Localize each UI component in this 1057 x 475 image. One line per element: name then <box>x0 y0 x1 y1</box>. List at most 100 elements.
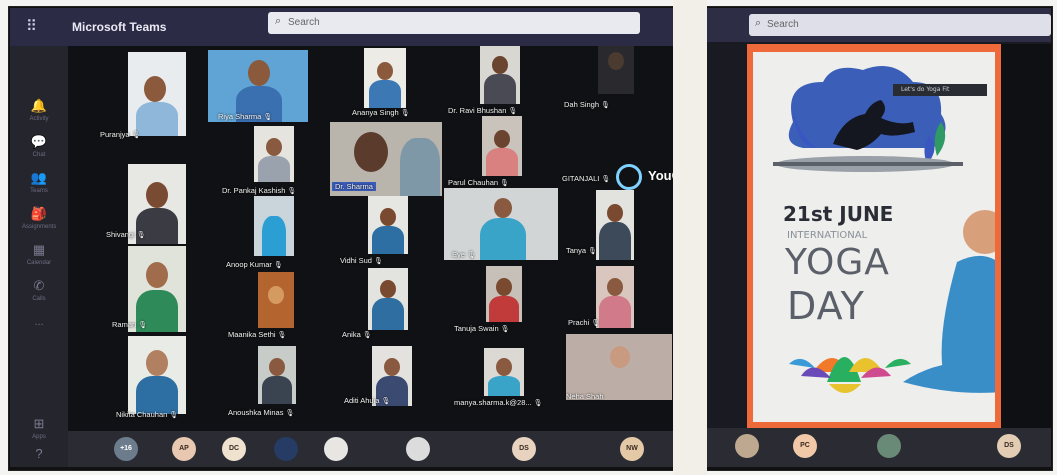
video-tile[interactable] <box>128 52 186 136</box>
rail-label-chat: Chat <box>32 152 46 158</box>
assignments-icon[interactable]: 🎒 Assignments <box>22 206 56 236</box>
search-bar[interactable]: ⌕ Search <box>268 12 640 34</box>
title-bar: ⠿ Microsoft Teams ⌕ Search <box>10 8 673 46</box>
poster-international: INTERNATIONAL <box>787 230 868 241</box>
participant-name: Prachi 🎙 <box>568 318 601 327</box>
avatar[interactable]: NW <box>620 437 644 461</box>
participant-name: Tanuja Swain 🎙 <box>454 324 510 333</box>
participant-name: Tanya 🎙 <box>566 246 597 255</box>
app-title: Microsoft Teams <box>72 20 167 34</box>
mic-icon: 🎙 <box>362 332 372 339</box>
participant-name: Aditi Ahuja 🎙 <box>344 396 391 405</box>
teams-window: ⠿ Microsoft Teams ⌕ Search 🔔 Activity 💬 Ch… <box>10 8 673 467</box>
mic-icon: 🎙 <box>131 132 141 139</box>
participant-name: manya.sharma.k@28... 🎙 <box>454 398 543 407</box>
shared-content: Let's do Yoga Fit 21st JUNE INTERNATIONA… <box>747 44 1001 428</box>
avatar[interactable]: DC <box>222 437 246 461</box>
avatar[interactable] <box>406 437 430 461</box>
teams-window-shared-screen: ⌕ Search Let's do Yoga Fit 21st JUNE INT… <box>707 8 1051 467</box>
video-tile[interactable] <box>254 196 294 256</box>
yoga-poster: Let's do Yoga Fit 21st JUNE INTERNATIONA… <box>753 52 995 422</box>
search-placeholder: Search <box>767 19 799 30</box>
poster-day: DAY <box>787 284 865 328</box>
mic-icon: 🎙 <box>400 110 410 117</box>
video-grid: Puranjya 🎙 Shivangi 🎙 Raman 🎙 Nikita Chauha… <box>68 46 673 431</box>
calendar-icon[interactable]: ▦ Calendar <box>22 242 56 272</box>
mic-icon: 🎙 <box>138 322 148 329</box>
video-tile[interactable] <box>598 46 634 94</box>
participant-strip: PC DS <box>707 428 1051 467</box>
avatar[interactable]: DS <box>512 437 536 461</box>
avatar[interactable] <box>877 434 901 458</box>
youcam-icon <box>616 164 642 190</box>
mic-icon: 🎙 <box>285 410 295 417</box>
participant-name: Ananya Singh 🎙 <box>352 108 410 117</box>
teams-icon[interactable]: 👥 Teams <box>22 170 56 200</box>
participant-name: Anika 🎙 <box>342 330 372 339</box>
rail-label-calls: Calls <box>32 296 46 302</box>
avatar[interactable] <box>274 437 298 461</box>
mic-icon: 🎙 <box>263 114 273 121</box>
avatar[interactable] <box>324 437 348 461</box>
video-tile[interactable] <box>480 46 520 104</box>
rail-label-activity: Activity <box>29 116 49 122</box>
video-tile[interactable] <box>368 196 408 254</box>
mic-icon: 🎙 <box>273 262 283 269</box>
rail-label-more: ... <box>34 316 44 328</box>
avatar[interactable]: PC <box>793 434 817 458</box>
video-tile[interactable] <box>254 126 294 182</box>
mic-icon: 🎙 <box>533 400 543 407</box>
search-icon: ⌕ <box>755 17 762 29</box>
apps-store-icon[interactable]: ⊞ Apps <box>22 416 56 446</box>
participant-name: Dah Singh 🎙 <box>564 100 610 109</box>
participant-name: Nikita Chauhan 🎙 <box>116 410 179 419</box>
grid-icon[interactable]: ⠿ <box>26 18 44 36</box>
participant-name: Puranjya 🎙 <box>100 130 141 139</box>
video-tile[interactable] <box>486 266 522 322</box>
more-icon[interactable]: ... <box>22 314 56 344</box>
mic-icon: 🎙 <box>373 258 383 265</box>
participant-strip: +16 AP DC DS NW <box>68 431 673 467</box>
activity-icon[interactable]: 🔔 Activity <box>22 98 56 128</box>
video-tile[interactable] <box>128 336 186 414</box>
calls-icon[interactable]: ✆ Calls <box>22 278 56 308</box>
rail-label-teams: Teams <box>30 188 48 194</box>
avatar[interactable]: DS <box>997 434 1021 458</box>
search-icon: ⌕ <box>275 15 282 27</box>
side-panel <box>1001 44 1051 428</box>
participant-name: Dr. Ravi Bhushan 🎙 <box>448 106 518 115</box>
poster-date: 21st JUNE <box>783 202 894 226</box>
poster-yoga: YOGA <box>785 242 890 283</box>
rail-label-apps: Apps <box>32 434 46 440</box>
mic-icon: 🎙 <box>601 102 610 109</box>
participant-name: Shivangi 🎙 <box>106 230 146 239</box>
mic-icon: 🎙 <box>287 188 297 195</box>
mic-icon: 🎙 <box>588 248 597 255</box>
participant-name: Riya Sharma 🎙 <box>218 112 273 121</box>
search-placeholder: Search <box>288 17 320 28</box>
chat-icon[interactable]: 💬 Chat <box>22 134 56 164</box>
mic-icon: 🎙 <box>277 332 287 339</box>
avatar[interactable] <box>735 434 759 458</box>
video-tile[interactable] <box>566 334 672 400</box>
video-tile[interactable] <box>258 346 296 404</box>
rail-label-calendar: Calendar <box>26 260 52 266</box>
participant-name: Anoushka Minas 🎙 <box>228 408 295 417</box>
video-tile[interactable] <box>368 268 408 330</box>
participant-name: Dr. Pankaj Kashish 🎙 <box>222 186 297 195</box>
participant-name: Raman 🎙 <box>112 320 148 329</box>
help-icon[interactable]: ? <box>22 446 56 467</box>
video-tile[interactable] <box>484 348 524 396</box>
video-tile[interactable] <box>482 116 522 176</box>
video-tile[interactable] <box>258 272 294 328</box>
participant-name: Maanika Sethi 🎙 <box>228 330 287 339</box>
video-tile[interactable] <box>596 266 634 328</box>
video-tile[interactable] <box>596 190 634 260</box>
avatar[interactable]: +16 <box>114 437 138 461</box>
mic-icon: 🎙 <box>466 252 476 259</box>
avatar[interactable]: AP <box>172 437 196 461</box>
video-tile[interactable] <box>364 48 406 108</box>
search-bar[interactable]: ⌕ Search <box>749 14 1051 36</box>
photo-gap <box>673 0 707 475</box>
participant-name: Vidhi Sud 🎙 <box>340 256 383 265</box>
